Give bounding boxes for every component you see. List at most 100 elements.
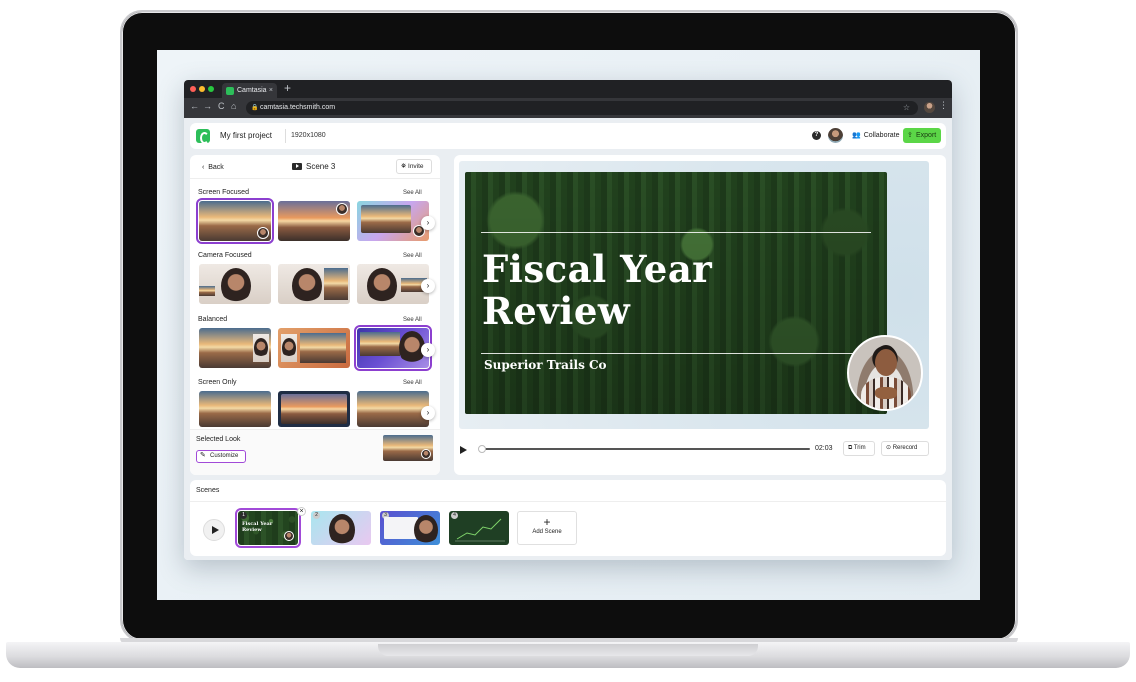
camtasia-logo-icon[interactable] — [196, 129, 210, 144]
look-thumbnail[interactable] — [199, 391, 271, 427]
look-thumbnail[interactable] — [357, 201, 429, 241]
scrubber-handle[interactable] — [478, 445, 486, 453]
scene-thumbnail-4[interactable]: 4 — [449, 511, 509, 545]
slide-rule-top — [481, 232, 871, 233]
scene-thumbnail-1[interactable]: 1 Fiscal Year Review — [235, 508, 301, 548]
look-thumbnail[interactable] — [278, 391, 350, 427]
back-arrow-icon[interactable]: ← — [190, 101, 199, 111]
camera-pip — [257, 227, 269, 239]
bookmark-star-icon[interactable]: ☆ — [903, 101, 910, 115]
export-label: Export — [916, 132, 937, 139]
section-title-balanced: Balanced — [198, 316, 228, 323]
reload-icon[interactable]: C — [218, 101, 225, 111]
look-thumbnail[interactable] — [278, 264, 350, 304]
back-button[interactable]: ‹ Back — [202, 164, 224, 171]
timeline-scrubber[interactable] — [480, 448, 810, 450]
camera-frame — [281, 334, 297, 362]
play-icon[interactable] — [460, 446, 467, 454]
look-thumbnail[interactable] — [278, 201, 350, 241]
user-avatar[interactable] — [828, 128, 843, 143]
maximize-window-button[interactable] — [208, 86, 214, 92]
forward-arrow-icon[interactable]: → — [203, 101, 212, 111]
look-thumbnail[interactable] — [196, 198, 274, 244]
scene-mini-title: Fiscal Year Review — [242, 521, 272, 533]
screen-frame — [281, 394, 347, 424]
selected-look-label: Selected Look — [196, 436, 241, 443]
tab-close-icon[interactable]: × — [269, 83, 273, 98]
camtasia-favicon-icon — [226, 87, 234, 95]
export-button[interactable]: ⇪ Export — [903, 128, 941, 143]
presenter-face — [414, 515, 438, 545]
close-icon[interactable]: × — [297, 507, 306, 516]
chevron-right-icon[interactable]: › — [421, 279, 435, 293]
look-thumbnail[interactable] — [354, 325, 432, 371]
see-all-link[interactable]: See All — [403, 253, 422, 259]
profile-avatar-icon[interactable] — [924, 102, 935, 113]
project-name[interactable]: My first project — [220, 131, 272, 140]
users-icon: 👥 — [852, 132, 861, 139]
slide-rule-bottom — [481, 353, 871, 354]
screen-frame — [324, 268, 348, 300]
look-thumbnail[interactable] — [199, 264, 271, 304]
collaborate-button[interactable]: 👥 Collaborate — [848, 129, 904, 143]
slide-headline[interactable]: Fiscal Year Review — [482, 248, 782, 332]
chart-thumbnail-icon — [455, 518, 505, 542]
resolution-label[interactable]: 1920x1080 — [291, 132, 326, 139]
section-title-screen-only: Screen Only — [198, 379, 237, 386]
section-title-camera-focused: Camera Focused — [198, 252, 252, 259]
invite-button[interactable]: ⛯ Invite — [396, 159, 432, 174]
presenter-face — [221, 268, 251, 304]
slide-canvas[interactable]: Fiscal Year Review Superior Trails Co — [465, 172, 887, 414]
look-thumbnail[interactable] — [278, 328, 350, 368]
presenter-hands — [875, 387, 897, 399]
slide-subtitle[interactable]: Superior Trails Co — [484, 358, 607, 372]
chevron-right-icon[interactable]: › — [421, 406, 435, 420]
address-input[interactable]: 🔒 camtasia.techsmith.com ☆ — [246, 101, 918, 115]
scene-thumbnail-2[interactable]: 2 — [311, 511, 371, 545]
timecode: 02:03 — [815, 445, 833, 452]
home-icon[interactable]: ⌂ — [231, 101, 236, 111]
playback-controls: 02:03 ⧉ Trim ⊙ Rerecord — [454, 438, 946, 462]
browser-menu-icon[interactable]: ⋮ — [939, 100, 948, 111]
customize-label: Customize — [210, 453, 239, 459]
browser-tab[interactable]: Camtasia × — [222, 83, 277, 98]
new-tab-button[interactable]: + — [284, 81, 291, 95]
rerecord-button[interactable]: ⊙ Rerecord — [881, 441, 929, 456]
back-label: Back — [208, 164, 224, 171]
see-all-link[interactable]: See All — [403, 317, 422, 323]
look-thumbnail[interactable] — [357, 391, 429, 427]
scenes-label: Scenes — [196, 487, 220, 494]
screen-frame — [360, 332, 400, 356]
help-icon[interactable]: ? — [812, 131, 821, 140]
minimize-window-button[interactable] — [199, 86, 205, 92]
headline-line-1: Fiscal Year — [482, 247, 713, 291]
screen-frame — [300, 333, 346, 363]
trim-label: Trim — [853, 445, 866, 451]
see-all-link[interactable]: See All — [403, 380, 422, 386]
chevron-right-icon[interactable]: › — [421, 343, 435, 357]
chevron-right-icon[interactable]: › — [421, 216, 435, 230]
presenter-face — [292, 268, 322, 304]
camera-pip — [336, 203, 348, 215]
play-all-button[interactable] — [203, 519, 225, 541]
see-all-link[interactable]: See All — [403, 190, 422, 196]
close-window-button[interactable] — [190, 86, 196, 92]
selected-look-thumbnail[interactable] — [383, 435, 433, 461]
browser-tab-bar: Camtasia × + — [184, 80, 952, 98]
preview-panel: Fiscal Year Review Superior Trails Co 02… — [454, 155, 946, 475]
invite-label: Invite — [408, 163, 424, 170]
scene-thumbnail-3[interactable]: 3 — [380, 511, 440, 545]
customize-button[interactable]: ✎ Customize — [196, 450, 246, 463]
look-thumbnail[interactable] — [199, 328, 271, 368]
scene-number: 1 — [240, 512, 247, 519]
rerecord-label: Rerecord — [892, 445, 918, 451]
look-thumbnail[interactable] — [357, 264, 429, 304]
camera-bubble[interactable] — [847, 335, 923, 411]
trim-button[interactable]: ⧉ Trim — [843, 441, 875, 456]
camera-pip — [284, 531, 294, 541]
presenter-face — [367, 268, 397, 304]
divider — [190, 178, 440, 179]
headline-line-2: Review — [482, 289, 631, 333]
camtasia-app: My first project 1920x1080 ? 👥 Collaborat… — [184, 118, 952, 560]
add-scene-button[interactable]: + Add Scene — [517, 511, 577, 545]
